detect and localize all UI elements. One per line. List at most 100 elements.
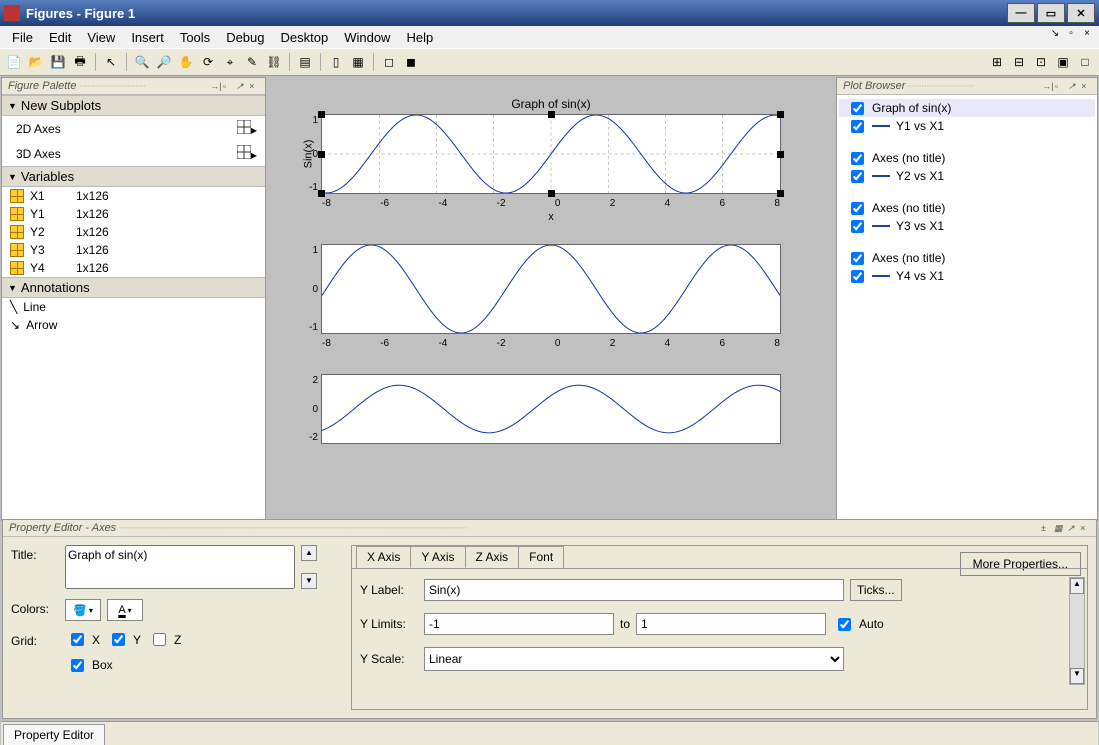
- grid-y-checkbox[interactable]: [112, 633, 125, 646]
- tab-xaxis[interactable]: X Axis: [356, 546, 411, 568]
- panel-min-icon[interactable]: ▫: [1055, 81, 1065, 91]
- show-tools-icon[interactable]: ◼: [401, 52, 421, 72]
- panel-min-icon[interactable]: ▫: [223, 81, 233, 91]
- dock-pin-icon[interactable]: ↘: [1049, 29, 1061, 41]
- resize-handle[interactable]: [777, 190, 784, 197]
- var-row[interactable]: X11x126: [2, 187, 265, 205]
- resize-handle[interactable]: [777, 111, 784, 118]
- panel-max-icon[interactable]: ↗: [1068, 81, 1078, 91]
- pb-checkbox[interactable]: [851, 252, 864, 265]
- pb-axes-row[interactable]: Axes (no title): [839, 149, 1095, 167]
- colorbar-icon[interactable]: ▤: [295, 52, 315, 72]
- maximize-button[interactable]: ▭: [1037, 3, 1065, 23]
- menu-file[interactable]: File: [4, 28, 41, 47]
- legend-icon[interactable]: ▯: [326, 52, 346, 72]
- var-row[interactable]: Y31x126: [2, 241, 265, 259]
- grid-picker-icon[interactable]: ▸: [237, 120, 257, 137]
- figure-canvas[interactable]: Graph of sin(x) Sin(x) 10-1 -8-6-4-20246…: [267, 76, 835, 520]
- pb-axes-row[interactable]: Axes (no title): [839, 249, 1095, 267]
- menu-view[interactable]: View: [79, 28, 123, 47]
- datacursor-icon[interactable]: ⌖: [220, 52, 240, 72]
- pb-checkbox[interactable]: [851, 102, 864, 115]
- box-checkbox[interactable]: [71, 659, 84, 672]
- ymin-input[interactable]: [424, 613, 614, 635]
- minimize-button[interactable]: —: [1007, 3, 1035, 23]
- var-row[interactable]: Y21x126: [2, 223, 265, 241]
- tab-zaxis[interactable]: Z Axis: [465, 546, 520, 568]
- var-row[interactable]: Y11x126: [2, 205, 265, 223]
- tab-font[interactable]: Font: [518, 546, 564, 568]
- panel-close-icon[interactable]: ×: [249, 81, 259, 91]
- menu-help[interactable]: Help: [398, 28, 441, 47]
- panel-max-icon[interactable]: ↗: [1067, 523, 1077, 533]
- open-icon[interactable]: 📂: [26, 52, 46, 72]
- bgcolor-button[interactable]: 🪣▾: [65, 599, 101, 621]
- brush-icon[interactable]: ✎: [242, 52, 262, 72]
- new-icon[interactable]: 📄: [4, 52, 24, 72]
- panel-close-icon[interactable]: ×: [1080, 523, 1090, 533]
- scroll-up-icon[interactable]: ▲: [1070, 578, 1084, 594]
- tab-yaxis[interactable]: Y Axis: [410, 546, 465, 568]
- save-icon[interactable]: 💾: [48, 52, 68, 72]
- scroll-down-icon[interactable]: ▼: [1070, 668, 1084, 684]
- pb-checkbox[interactable]: [851, 220, 864, 233]
- pb-checkbox[interactable]: [851, 202, 864, 215]
- pb-checkbox[interactable]: [851, 120, 864, 133]
- zoom-out-icon[interactable]: 🔎: [154, 52, 174, 72]
- pb-line-row[interactable]: Y4 vs X1: [839, 267, 1095, 285]
- section-variables[interactable]: Variables: [2, 166, 265, 187]
- ylabel-input[interactable]: [424, 579, 844, 601]
- grid-z-checkbox[interactable]: [153, 633, 166, 646]
- title-down-button[interactable]: ▼: [301, 573, 317, 589]
- hide-tools-icon[interactable]: ◻: [379, 52, 399, 72]
- item-3d-axes[interactable]: 3D Axes ▸: [2, 141, 265, 166]
- auto-checkbox[interactable]: [838, 618, 851, 631]
- item-2d-axes[interactable]: 2D Axes ▸: [2, 116, 265, 141]
- axes-1[interactable]: Graph of sin(x) Sin(x) 10-1 -8-6-4-20246…: [321, 114, 781, 194]
- pb-line-row[interactable]: Y1 vs X1: [839, 117, 1095, 135]
- rotate-icon[interactable]: ⟳: [198, 52, 218, 72]
- print-icon[interactable]: 🖶: [70, 52, 90, 72]
- scrollbar[interactable]: ▲ ▼: [1069, 577, 1085, 685]
- panel-grid-icon[interactable]: ▦: [1054, 523, 1064, 533]
- plot-tools-icon[interactable]: ▦: [348, 52, 368, 72]
- resize-handle[interactable]: [548, 111, 555, 118]
- tile-icon[interactable]: ⊞: [987, 52, 1007, 72]
- axes-2[interactable]: 10-1 -8-6-4-202468: [321, 244, 781, 334]
- close-button[interactable]: ✕: [1067, 3, 1095, 23]
- resize-handle[interactable]: [548, 190, 555, 197]
- pb-line-row[interactable]: Y2 vs X1: [839, 167, 1095, 185]
- fgcolor-button[interactable]: A▾: [107, 599, 143, 621]
- grid-picker-3d-icon[interactable]: ▸: [237, 145, 257, 162]
- resize-handle[interactable]: [318, 111, 325, 118]
- pb-axes-row[interactable]: Axes (no title): [839, 199, 1095, 217]
- float-icon[interactable]: ▣: [1053, 52, 1073, 72]
- panel-pin-icon[interactable]: →|: [210, 81, 220, 91]
- var-row[interactable]: Y41x126: [2, 259, 265, 277]
- pointer-icon[interactable]: ↖: [101, 52, 121, 72]
- menu-edit[interactable]: Edit: [41, 28, 79, 47]
- menu-desktop[interactable]: Desktop: [273, 28, 337, 47]
- figure-palette-header[interactable]: Figure Palette ·························…: [2, 78, 265, 95]
- anno-line[interactable]: ╲Line: [2, 298, 265, 316]
- ticks-button[interactable]: Ticks...: [850, 579, 902, 601]
- pb-checkbox[interactable]: [851, 170, 864, 183]
- anno-arrow[interactable]: ↘Arrow: [2, 316, 265, 334]
- panel-collapse-icon[interactable]: ±: [1041, 523, 1051, 533]
- panel-max-icon[interactable]: ↗: [236, 81, 246, 91]
- resize-handle[interactable]: [318, 151, 325, 158]
- undock-icon[interactable]: ▫: [1065, 29, 1077, 41]
- pb-line-row[interactable]: Y3 vs X1: [839, 217, 1095, 235]
- panel-pin-icon[interactable]: →|: [1042, 81, 1052, 91]
- title-input[interactable]: [65, 545, 295, 589]
- title-up-button[interactable]: ▲: [301, 545, 317, 561]
- property-editor-header[interactable]: Property Editor - Axes ·················…: [3, 520, 1096, 537]
- bottom-tab-property-editor[interactable]: Property Editor: [3, 724, 105, 745]
- pb-checkbox[interactable]: [851, 270, 864, 283]
- menu-insert[interactable]: Insert: [123, 28, 172, 47]
- pb-axes-row[interactable]: Graph of sin(x): [839, 99, 1095, 117]
- menu-window[interactable]: Window: [336, 28, 398, 47]
- pb-checkbox[interactable]: [851, 152, 864, 165]
- tile-h-icon[interactable]: ⊟: [1009, 52, 1029, 72]
- menu-debug[interactable]: Debug: [218, 28, 272, 47]
